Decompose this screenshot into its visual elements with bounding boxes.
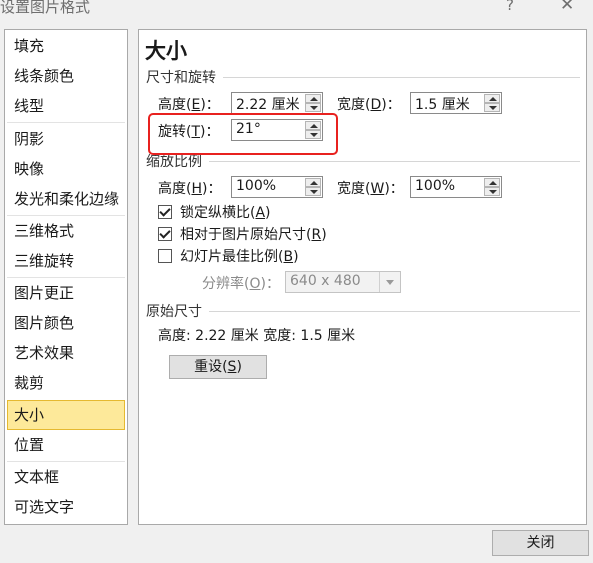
- height-spinner[interactable]: 2.22 厘米: [231, 92, 323, 114]
- section-divider: [223, 77, 580, 78]
- scale-width-increment-button[interactable]: [484, 178, 500, 187]
- original-size-text: 高度: 2.22 厘米 宽度: 1.5 厘米: [158, 328, 356, 344]
- sidebar-item-text-box[interactable]: 文本框: [7, 462, 125, 492]
- sidebar-item-size[interactable]: 大小: [7, 400, 125, 430]
- resolution-select[interactable]: 640 x 480: [285, 271, 401, 293]
- resolution-value: 640 x 480: [290, 273, 361, 289]
- title-bar: 设置图片格式 ? ✕: [0, 0, 593, 22]
- section-divider: [209, 311, 580, 312]
- sidebar-item-position[interactable]: 位置: [7, 430, 125, 460]
- width-label: 宽度(D)：: [337, 97, 401, 113]
- sidebar-item-fill[interactable]: 填充: [7, 31, 125, 61]
- sidebar-item-shadow[interactable]: 阴影: [7, 124, 125, 154]
- help-icon[interactable]: ?: [506, 0, 514, 14]
- scale-width-decrement-button[interactable]: [484, 187, 500, 196]
- scale-height-decrement-button[interactable]: [305, 187, 321, 196]
- sidebar-item-artistic-effects[interactable]: 艺术效果: [7, 338, 125, 368]
- main-panel: 大小 尺寸和旋转 高度(E)： 2.22 厘米 宽度(D)： 1.5 厘米 旋转…: [138, 29, 587, 525]
- width-spinner[interactable]: 1.5 厘米: [410, 92, 502, 114]
- scale-height-spinner[interactable]: 100%: [231, 176, 323, 198]
- reset-button[interactable]: 重设(S): [169, 355, 267, 379]
- sidebar-item-reflection[interactable]: 映像: [7, 154, 125, 184]
- rotation-highlight-box: [148, 113, 338, 155]
- width-increment-button[interactable]: [484, 94, 500, 103]
- height-increment-button[interactable]: [305, 94, 321, 103]
- lock-aspect-ratio-label[interactable]: 锁定纵横比(A): [180, 202, 271, 222]
- scale-height-label: 高度(H)：: [158, 181, 222, 197]
- resolution-label: 分辨率(O)：: [202, 276, 280, 292]
- sidebar-item-crop[interactable]: 裁剪: [7, 368, 125, 398]
- sidebar-item-3d-rotation[interactable]: 三维旋转: [7, 246, 125, 276]
- best-scale-slideshow-checkbox[interactable]: [158, 249, 172, 263]
- scale-width-value[interactable]: 100%: [415, 178, 455, 194]
- close-button[interactable]: 关闭: [492, 530, 589, 556]
- sidebar-item-picture-corrections[interactable]: 图片更正: [7, 278, 125, 308]
- width-value[interactable]: 1.5 厘米: [415, 94, 470, 114]
- relative-original-size-checkbox[interactable]: [158, 227, 172, 241]
- height-value[interactable]: 2.22 厘米: [236, 94, 302, 114]
- scale-width-spinner[interactable]: 100%: [410, 176, 502, 198]
- scale-height-increment-button[interactable]: [305, 178, 321, 187]
- section-size-rotate-label: 尺寸和旋转: [146, 70, 216, 86]
- lock-aspect-ratio-checkbox[interactable]: [158, 205, 172, 219]
- height-label: 高度(E)：: [158, 97, 220, 113]
- sidebar-divider: [7, 122, 125, 123]
- sidebar: 填充 线条颜色 线型 阴影 映像 发光和柔化边缘 三维格式 三维旋转 图片更正 …: [4, 29, 128, 525]
- sidebar-item-line-style[interactable]: 线型: [7, 91, 125, 121]
- page-title: 大小: [145, 39, 187, 63]
- sidebar-item-glow[interactable]: 发光和柔化边缘: [7, 184, 125, 214]
- width-decrement-button[interactable]: [484, 103, 500, 112]
- section-divider: [209, 161, 580, 162]
- sidebar-item-picture-color[interactable]: 图片颜色: [7, 308, 125, 338]
- relative-original-size-label[interactable]: 相对于图片原始尺寸(R): [180, 224, 327, 244]
- sidebar-item-alt-text[interactable]: 可选文字: [7, 492, 125, 522]
- best-scale-slideshow-label[interactable]: 幻灯片最佳比例(B): [180, 246, 299, 266]
- close-icon[interactable]: ✕: [560, 0, 574, 15]
- section-original-size-label: 原始尺寸: [146, 304, 202, 320]
- window-title: 设置图片格式: [0, 0, 91, 16]
- scale-height-value[interactable]: 100%: [236, 178, 276, 194]
- sidebar-item-3d-format[interactable]: 三维格式: [7, 216, 125, 246]
- chevron-down-icon[interactable]: [379, 272, 400, 292]
- scale-width-label: 宽度(W)：: [337, 181, 404, 197]
- sidebar-item-line-color[interactable]: 线条颜色: [7, 61, 125, 91]
- height-decrement-button[interactable]: [305, 103, 321, 112]
